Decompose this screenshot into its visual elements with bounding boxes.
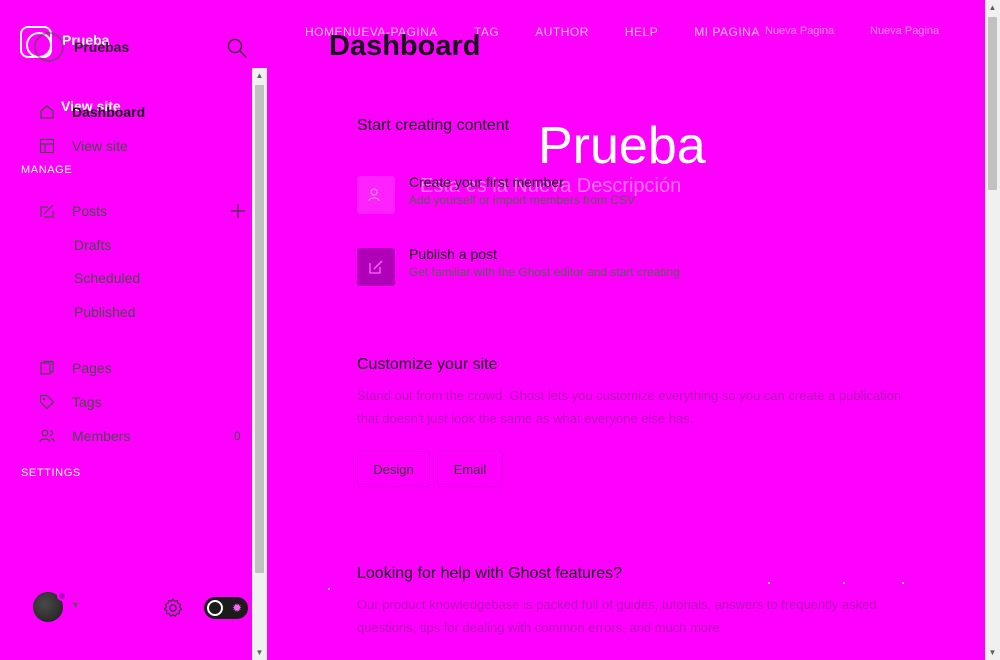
site-nav-mi-pagina[interactable]: MI PAGINA (694, 25, 760, 39)
help-text: Our product knowledgebase is packed full… (357, 597, 877, 635)
sidebar-item-label: Posts (72, 203, 108, 219)
sidebar-item-posts[interactable]: Posts (38, 202, 107, 220)
toggle-knob (207, 600, 223, 616)
decor-dot (843, 582, 845, 584)
brand-name: Pruebas (74, 39, 130, 55)
posts-icon (38, 202, 56, 220)
task-title: Create your first member (409, 174, 564, 190)
customize-heading: Customize your site (357, 356, 498, 373)
page-title: Dashboard (329, 30, 481, 62)
site-hero-title: Prueba (538, 117, 706, 175)
members-icon (38, 427, 56, 445)
admin-sidebar: Pruebas Dashboard View site MANAGE Posts… (0, 0, 252, 660)
pages-icon (38, 359, 56, 377)
sidebar-subitem-published[interactable]: Published (74, 304, 136, 320)
members-icon (357, 176, 395, 214)
sidebar-item-pages[interactable]: Pages (38, 359, 112, 377)
help-heading: Looking for help with Ghost features? (357, 565, 623, 582)
task-subtitle: Add yourself or import members from CSV (409, 193, 636, 207)
sun-icon: ✹ (231, 601, 242, 615)
decor-dot (768, 582, 770, 584)
brand-logo-icon (34, 32, 64, 62)
sidebar-item-label: Pages (72, 360, 112, 376)
decor-dot (328, 588, 330, 590)
design-button[interactable]: Design (357, 451, 430, 487)
decor-dot (902, 582, 904, 584)
sidebar-item-label: View site (72, 138, 128, 154)
main-scrollbar[interactable]: ▲ ▼ (985, 0, 1000, 660)
task-create-member[interactable]: Create your first member Add yourself or… (357, 174, 636, 214)
task-publish-post[interactable]: Publish a post Get familiar with the Gho… (357, 246, 680, 286)
sidebar-item-label: Members (72, 428, 131, 444)
gear-icon[interactable] (162, 597, 184, 619)
sidebar-scrollbar[interactable]: ▲ ▼ (252, 68, 267, 660)
sidebar-item-label: Dashboard (72, 104, 146, 120)
task-subtitle: Get familiar with the Ghost editor and s… (409, 265, 680, 279)
start-creating-heading: Start creating content (357, 117, 510, 134)
chevron-down-icon[interactable]: ▾ (73, 600, 78, 611)
brand[interactable]: Pruebas (34, 32, 129, 62)
scrollbar-thumb[interactable] (255, 85, 264, 573)
theme-toggle[interactable]: ✹ (204, 597, 248, 619)
scroll-down-arrow[interactable]: ▼ (985, 645, 1000, 660)
layout-icon (38, 137, 56, 155)
edit-icon (357, 248, 395, 286)
scroll-up-arrow[interactable]: ▲ (252, 68, 267, 83)
sidebar-subitem-drafts[interactable]: Drafts (74, 237, 111, 253)
scroll-up-arrow[interactable]: ▲ (985, 0, 1000, 15)
search-icon[interactable] (226, 37, 248, 59)
home-icon (38, 103, 56, 121)
notification-badge (57, 591, 67, 601)
scroll-down-arrow[interactable]: ▼ (252, 645, 267, 660)
sidebar-item-members[interactable]: Members (38, 427, 130, 445)
customize-text: Stand out from the crowd. Ghost lets you… (357, 388, 902, 426)
section-label-settings: SETTINGS (21, 467, 81, 479)
tag-icon (38, 393, 56, 411)
user-avatar[interactable] (33, 591, 67, 622)
members-count: 0 (234, 429, 241, 443)
section-label-manage: MANAGE (21, 164, 73, 176)
sidebar-item-tags[interactable]: Tags (38, 393, 102, 411)
site-nav-secondary-1[interactable]: Nueva Pagina (765, 25, 834, 37)
sidebar-subitem-scheduled[interactable]: Scheduled (74, 270, 140, 286)
add-post-icon[interactable] (230, 203, 246, 219)
site-nav-help[interactable]: HELP (625, 25, 658, 39)
site-nav-secondary-2[interactable]: Nueva Pagina (870, 25, 939, 37)
sidebar-item-label: Tags (72, 394, 102, 410)
scrollbar-thumb[interactable] (988, 17, 997, 190)
site-nav-author[interactable]: AUTHOR (535, 25, 589, 39)
sidebar-item-view-site[interactable]: View site (38, 137, 128, 155)
sidebar-item-dashboard[interactable]: Dashboard (38, 103, 145, 121)
email-button[interactable]: Email (437, 451, 503, 487)
task-title: Publish a post (409, 246, 497, 262)
